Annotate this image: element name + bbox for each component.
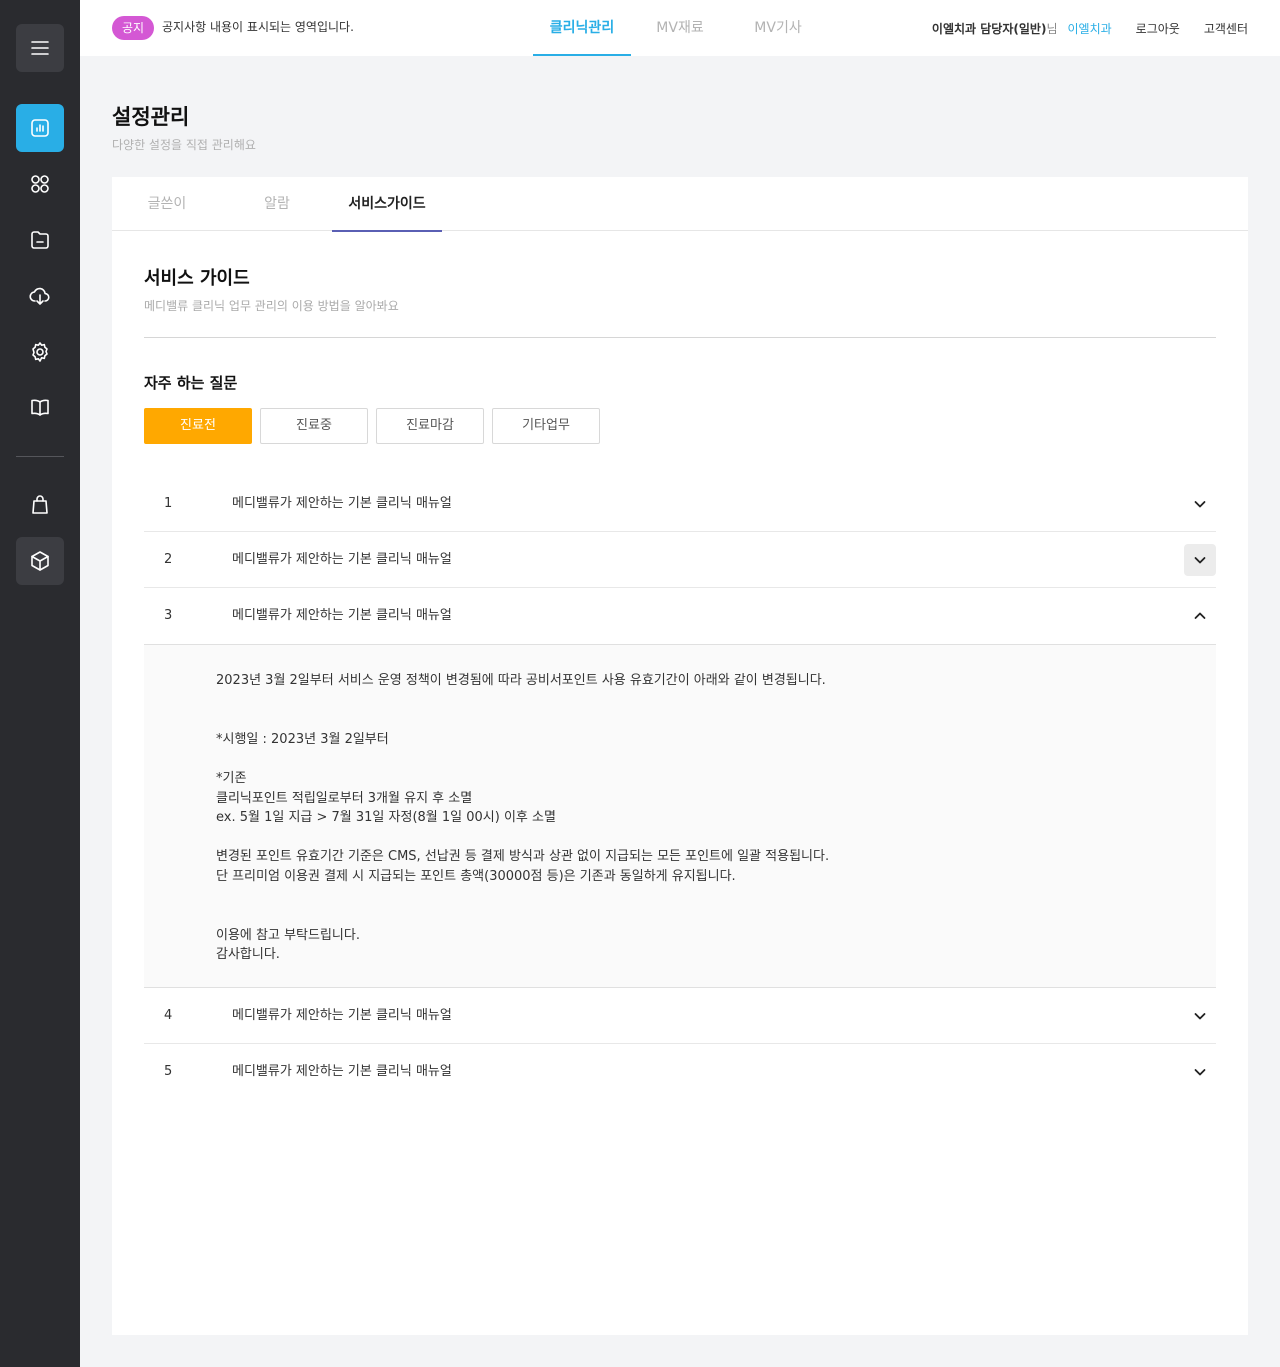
menu-button[interactable]: [16, 24, 64, 72]
section-title: 서비스 가이드: [144, 268, 250, 289]
sidebar-item-apps[interactable]: [16, 160, 64, 208]
sidebar-item-settings[interactable]: [16, 328, 64, 376]
clinic-name-link[interactable]: 이엘치과: [1067, 20, 1111, 37]
sidebar-item-files[interactable]: [16, 216, 64, 264]
section-divider: [144, 337, 1216, 338]
faq-question: 메디밸류가 제안하는 기본 클리닉 매뉴얼: [232, 608, 452, 623]
faq-answer: 2023년 3월 2일부터 서비스 운영 정책이 변경됨에 따라 공비서포인트 …: [144, 644, 1216, 988]
chart-icon: [31, 119, 49, 137]
faq-title: 자주 하는 질문: [144, 374, 238, 392]
faq-list: 1 메디밸류가 제안하는 기본 클리닉 매뉴얼 2 메디밸류가 제안하는 기본 …: [144, 476, 1216, 1100]
section-subtitle: 메디밸류 클리닉 업무 관리의 이용 방법을 알아봐요: [144, 299, 399, 313]
chevron-down-icon: [1194, 1013, 1206, 1020]
tab-alarm[interactable]: 알람: [222, 177, 332, 231]
top-bar: 공지 공지사항 내용이 표시되는 영역입니다. 클리닉관리 MV재료 MV기사 …: [80, 0, 1280, 56]
faq-number: 1: [164, 496, 173, 511]
sidebar-item-download[interactable]: [16, 272, 64, 320]
faq-question: 메디밸류가 제안하는 기본 클리닉 매뉴얼: [232, 1007, 452, 1023]
menu-icon: [31, 41, 49, 55]
folder-icon: [31, 231, 49, 249]
sidebar-item-shop[interactable]: [16, 481, 64, 529]
box-icon: [31, 551, 49, 571]
faq-item[interactable]: 3 메디밸류가 제안하는 기본 클리닉 매뉴얼: [144, 588, 1216, 644]
user-name: 이엘치과 담당자(일반): [931, 21, 1047, 36]
answer-line: [216, 710, 1144, 730]
notice-badge: 공지: [112, 16, 155, 40]
answer-line: 이용에 참고 부탁드립니다.: [216, 927, 360, 943]
sidebar-item-dashboard[interactable]: [16, 104, 64, 152]
faq-filters: 진료전 진료중 진료마감 기타업무: [144, 408, 608, 444]
tab-writer[interactable]: 글쓴이: [112, 177, 222, 231]
grid-icon: [31, 175, 49, 193]
sidebar-item-guide[interactable]: [16, 384, 64, 432]
answer-line: *기존: [216, 770, 247, 786]
book-icon: [31, 399, 49, 416]
answer-line: [216, 691, 1144, 711]
page-subtitle: 다양한 설정을 직접 관리해요: [112, 138, 256, 152]
filter-before-treatment-button[interactable]: 진료전: [144, 408, 252, 444]
answer-line: [216, 828, 1144, 848]
answer-line: 2023년 3월 2일부터 서비스 운영 정책이 변경됨에 따라 공비서포인트 …: [216, 673, 826, 688]
notice-text[interactable]: 공지사항 내용이 표시되는 영역입니다.: [162, 18, 354, 35]
faq-number: 4: [164, 1007, 173, 1023]
answer-line: 변경된 포인트 유효기간 기준은 CMS, 선납권 등 결제 방식과 상관 없이…: [216, 849, 830, 865]
tab-mv-technician[interactable]: MV기사: [729, 0, 827, 56]
faq-number: 3: [164, 608, 173, 623]
filter-closing-button[interactable]: 진료마감: [376, 408, 484, 444]
sidebar-divider: [16, 456, 64, 457]
faq-question: 메디밸류가 제안하는 기본 클리닉 매뉴얼: [232, 1063, 452, 1079]
faq-question: 메디밸류가 제안하는 기본 클리닉 매뉴얼: [232, 496, 452, 511]
answer-line: 단 프리미엄 이용권 결제 시 지급되는 포인트 총액(30000점 등)은 기…: [216, 868, 736, 884]
tab-mv-materials[interactable]: MV재료: [631, 0, 729, 56]
support-link[interactable]: 고객센터: [1204, 20, 1248, 37]
faq-number: 5: [164, 1063, 173, 1079]
top-nav: 클리닉관리 MV재료 MV기사: [533, 0, 827, 56]
tab-service-guide[interactable]: 서비스가이드: [332, 177, 442, 232]
filter-other-button[interactable]: 기타업무: [492, 408, 600, 444]
settings-card: 글쓴이 알람 서비스가이드 서비스 가이드 메디밸류 클리닉 업무 관리의 이용…: [112, 177, 1248, 1335]
sidebar-item-package[interactable]: [16, 537, 64, 585]
page-title: 설정관리: [112, 105, 190, 129]
chevron-down-icon: [1194, 1069, 1206, 1076]
chevron-down-icon: [1194, 501, 1206, 508]
logout-link[interactable]: 로그아웃: [1136, 20, 1180, 37]
settings-tabs: 글쓴이 알람 서비스가이드: [112, 177, 1248, 232]
answer-line: [216, 749, 1144, 769]
answer-line: [216, 887, 1144, 907]
faq-item[interactable]: 2 메디밸류가 제안하는 기본 클리닉 매뉴얼: [144, 532, 1216, 588]
faq-item[interactable]: 5 메디밸류가 제안하는 기본 클리닉 매뉴얼: [144, 1044, 1216, 1100]
answer-line: 클리닉포인트 적립일로부터 3개월 유지 후 소멸: [216, 790, 473, 806]
expand-button[interactable]: [1184, 1000, 1216, 1032]
answer-line: [216, 906, 1144, 926]
chevron-down-icon: [1194, 557, 1206, 564]
cloud-download-icon: [29, 287, 50, 305]
answer-line: ex. 5월 1일 지급 > 7월 31일 자정(8월 1일 00시) 이후 소…: [216, 810, 556, 826]
expand-button[interactable]: [1184, 1056, 1216, 1088]
collapse-button[interactable]: [1184, 600, 1216, 632]
filter-during-treatment-button[interactable]: 진료중: [260, 408, 368, 444]
expand-button[interactable]: [1184, 488, 1216, 520]
faq-item[interactable]: 1 메디밸류가 제안하는 기본 클리닉 매뉴얼: [144, 476, 1216, 532]
answer-line: *시행일 : 2023년 3월 2일부터: [216, 731, 389, 747]
user-area: 이엘치과 담당자(일반) 님 이엘치과 로그아웃 고객센터: [932, 0, 1248, 56]
expand-button[interactable]: [1184, 544, 1216, 576]
gear-icon: [32, 342, 48, 362]
faq-question: 메디밸류가 제안하는 기본 클리닉 매뉴얼: [232, 552, 452, 567]
sidebar: [0, 0, 80, 1367]
faq-number: 2: [164, 552, 173, 567]
faq-item[interactable]: 4 메디밸류가 제안하는 기본 클리닉 매뉴얼: [144, 988, 1216, 1044]
shopping-bag-icon: [32, 495, 48, 514]
answer-line: 감사합니다.: [216, 947, 280, 963]
chevron-up-icon: [1194, 612, 1206, 619]
tab-clinic-management[interactable]: 클리닉관리: [533, 0, 631, 56]
user-suffix: 님: [1046, 21, 1058, 36]
